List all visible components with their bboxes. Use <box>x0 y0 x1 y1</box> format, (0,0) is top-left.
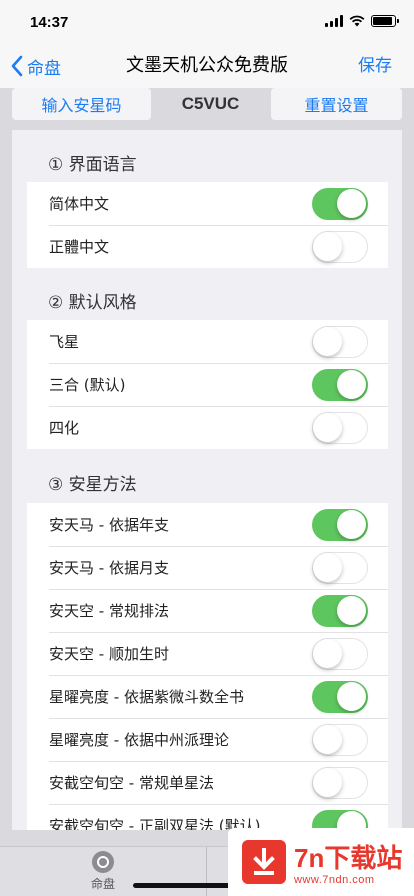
toggle-switch[interactable] <box>312 809 368 830</box>
toggle-switch[interactable] <box>312 325 368 358</box>
settings-row[interactable]: 四化 <box>27 406 388 449</box>
navigation-bar: 命盘 文墨天机公众免费版 保存 <box>0 44 414 88</box>
watermark-title: 7n下载站 <box>294 843 403 873</box>
page-title: 文墨天机公众免费版 <box>126 55 288 76</box>
toggle-switch[interactable] <box>312 187 368 220</box>
star-code-value: C5VUC <box>181 94 240 113</box>
status-time: 14:37 <box>30 14 69 31</box>
row-label: 正體中文 <box>49 238 110 256</box>
row-label: 安天空 - 顺加生时 <box>49 645 169 663</box>
settings-row[interactable]: 安天马 - 依据年支 <box>27 503 388 546</box>
section-header-star-method: ③ 安星方法 <box>48 475 137 495</box>
watermark-logo: 7n下载站 www.7ndn.com <box>228 828 414 896</box>
toggle-knob <box>337 509 366 539</box>
row-label: 安截空旬空 - 正副双星法 (默认) <box>49 817 261 830</box>
toggle-switch[interactable] <box>312 508 368 541</box>
toggle-knob <box>313 326 342 356</box>
toggle-switch[interactable] <box>312 637 368 670</box>
section-header-language: ① 界面语言 <box>48 155 137 175</box>
tab-divider <box>206 847 207 896</box>
section-header-style: ② 默认风格 <box>48 293 137 313</box>
toggle-switch[interactable] <box>312 411 368 444</box>
language-group: 简体中文 正體中文 <box>27 182 388 268</box>
back-button[interactable]: 命盘 <box>10 44 61 88</box>
settings-row[interactable]: 简体中文 <box>27 182 388 225</box>
toggle-switch[interactable] <box>312 368 368 401</box>
toggle-knob <box>337 369 366 399</box>
toggle-knob <box>313 552 342 582</box>
settings-row[interactable]: 安天空 - 顺加生时 <box>27 632 388 675</box>
row-label: 安截空旬空 - 常规单星法 <box>49 774 214 792</box>
style-group: 飞星 三合 (默认) 四化 <box>27 320 388 449</box>
back-button-label: 命盘 <box>27 58 61 79</box>
toggle-knob <box>313 767 342 797</box>
download-arrow-icon <box>242 840 286 884</box>
toggle-knob <box>337 595 366 625</box>
toggle-knob <box>313 638 342 668</box>
settings-row[interactable]: 安天空 - 常规排法 <box>27 589 388 632</box>
settings-row[interactable]: 安天马 - 依据月支 <box>27 546 388 589</box>
toggle-switch[interactable] <box>312 766 368 799</box>
settings-row[interactable]: 飞星 <box>27 320 388 363</box>
settings-row[interactable]: 星曜亮度 - 依据紫微斗数全书 <box>27 675 388 718</box>
settings-row[interactable]: 安截空旬空 - 正副双星法 (默认) <box>27 804 388 830</box>
toggle-knob <box>313 231 342 261</box>
watermark-url: www.7ndn.com <box>294 874 375 886</box>
input-star-code-button[interactable]: 输入安星码 <box>12 88 151 120</box>
row-label: 安天马 - 依据月支 <box>49 559 169 577</box>
row-label: 飞星 <box>49 333 80 351</box>
row-label: 安天马 - 依据年支 <box>49 516 169 534</box>
row-label: 简体中文 <box>49 195 110 213</box>
row-label: 星曜亮度 - 依据紫微斗数全书 <box>49 688 244 706</box>
cellular-signal-icon <box>325 15 343 27</box>
toggle-knob <box>313 724 342 754</box>
settings-panel[interactable]: ① 界面语言 简体中文 正體中文 ② 默认风格 飞星 三合 (默认) 四化 ③ … <box>12 130 402 830</box>
settings-row[interactable]: 安截空旬空 - 常规单星法 <box>27 761 388 804</box>
toggle-switch[interactable] <box>312 551 368 584</box>
row-label: 三合 (默认) <box>49 376 126 394</box>
save-button[interactable]: 保存 <box>358 44 392 88</box>
toggle-switch[interactable] <box>312 230 368 263</box>
row-label: 四化 <box>49 419 80 437</box>
reset-settings-button[interactable]: 重置设置 <box>271 88 402 120</box>
status-icons <box>325 15 399 27</box>
chart-disc-icon <box>92 851 114 873</box>
row-label: 安天空 - 常规排法 <box>49 602 169 620</box>
wifi-icon <box>349 15 365 27</box>
status-bar: 14:37 <box>0 0 414 44</box>
settings-row[interactable]: 星曜亮度 - 依据中州派理论 <box>27 718 388 761</box>
top-actions-row: 输入安星码 C5VUC 重置设置 <box>0 88 414 124</box>
row-label: 星曜亮度 - 依据中州派理论 <box>49 731 229 749</box>
settings-row[interactable]: 正體中文 <box>27 225 388 268</box>
toggle-knob <box>337 188 366 218</box>
toggle-switch[interactable] <box>312 723 368 756</box>
toggle-knob <box>313 412 342 442</box>
settings-row[interactable]: 三合 (默认) <box>27 363 388 406</box>
star-method-group: 安天马 - 依据年支 安天马 - 依据月支 安天空 - 常规排法 安天空 - 顺… <box>27 503 388 830</box>
chevron-left-icon <box>11 55 23 77</box>
battery-icon <box>371 15 399 27</box>
toggle-switch[interactable] <box>312 594 368 627</box>
toggle-knob <box>337 681 366 711</box>
toggle-switch[interactable] <box>312 680 368 713</box>
